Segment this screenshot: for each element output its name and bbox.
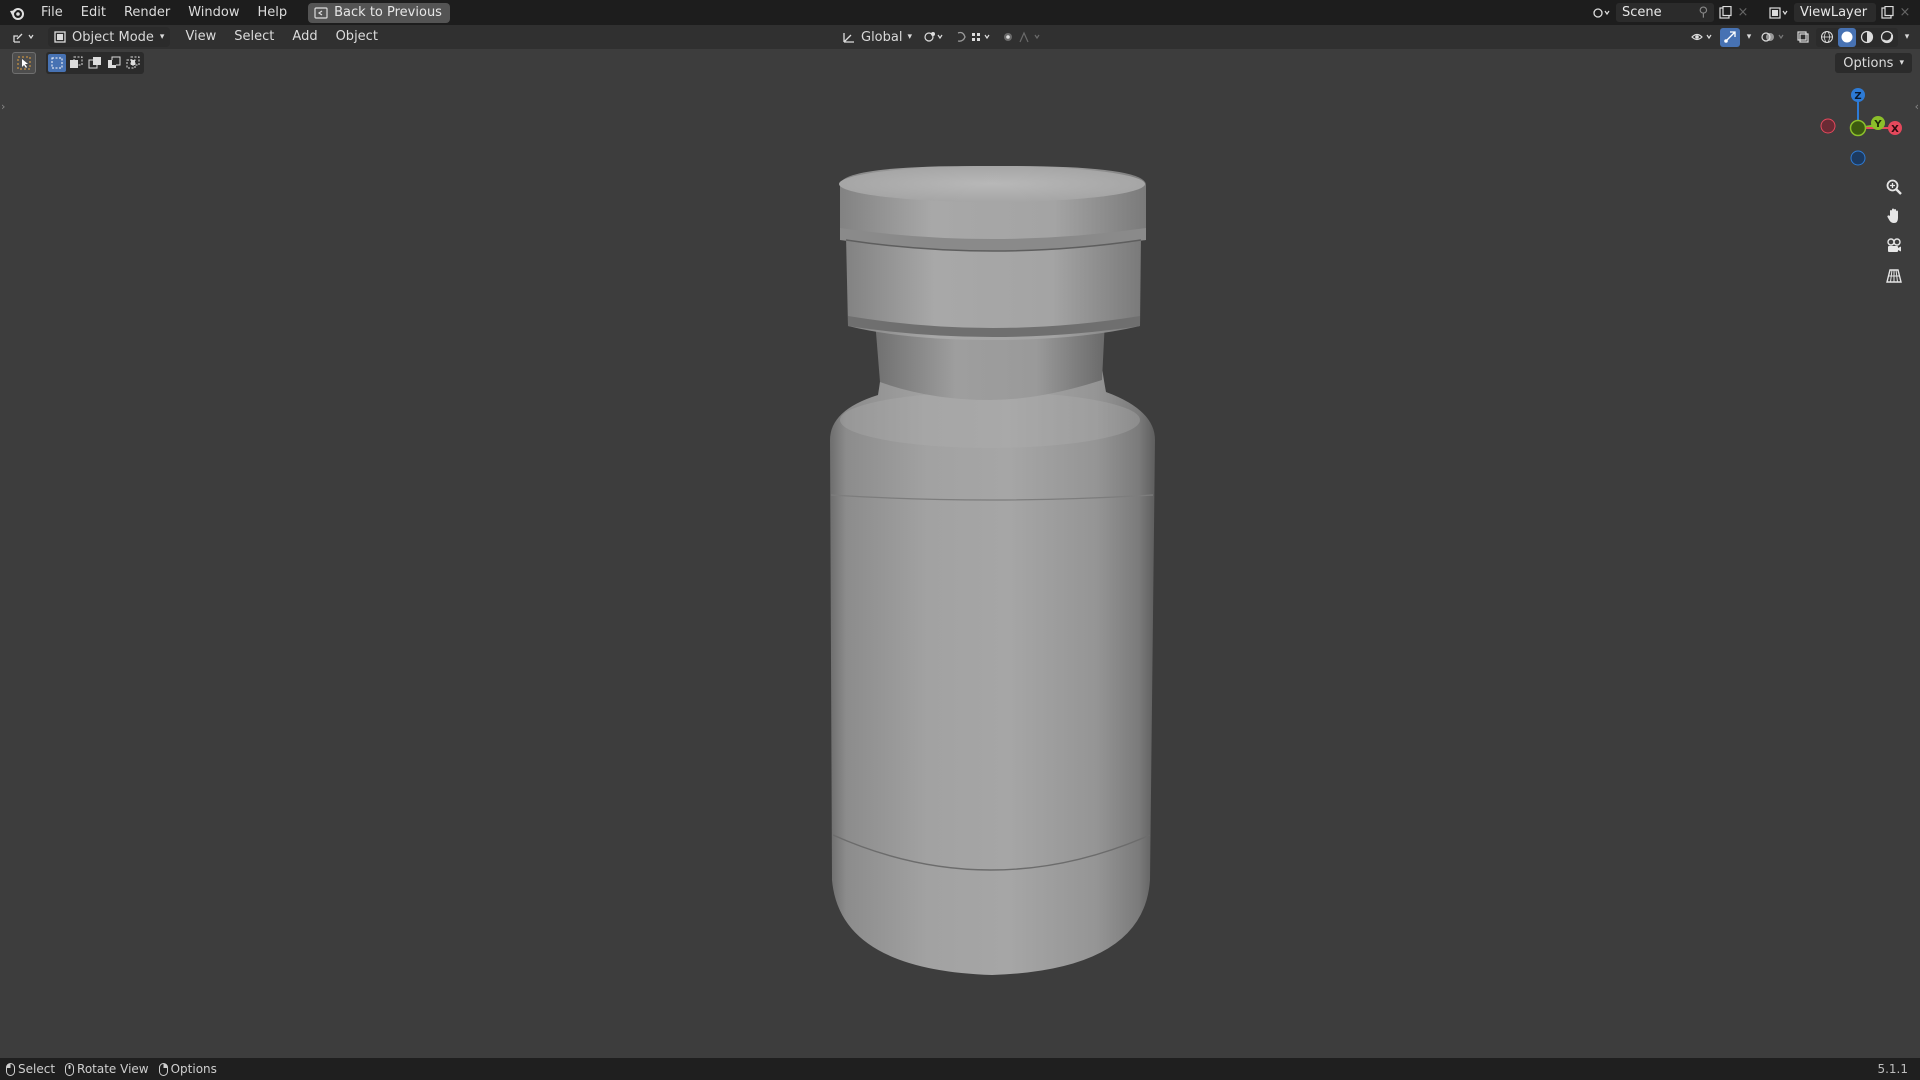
neg-z-axis-handle[interactable] — [1850, 150, 1866, 166]
neg-x-axis-handle[interactable] — [1820, 118, 1836, 134]
status-hint-select: Select — [6, 1062, 55, 1076]
mouse-left-icon — [6, 1062, 15, 1076]
status-hint-options: Options — [158, 1062, 217, 1076]
status-bar: Select Rotate View Options — [0, 1058, 1920, 1080]
zoom-icon[interactable] — [1882, 175, 1906, 199]
z-axis-label: Z — [1854, 91, 1861, 102]
status-select-label: Select — [18, 1062, 56, 1076]
x-axis-label: X — [1891, 124, 1899, 135]
neg-y-axis-handle[interactable] — [1849, 119, 1867, 137]
y-axis-label: Y — [1873, 119, 1882, 130]
status-hint-rotate: Rotate View — [65, 1062, 149, 1076]
version-label: 5.1.1 — [1877, 1062, 1908, 1076]
vial-object[interactable] — [830, 165, 1155, 975]
mouse-right-icon — [158, 1062, 168, 1076]
pan-hand-icon[interactable] — [1882, 204, 1906, 228]
status-rotate-label: Rotate View — [77, 1062, 149, 1076]
viewport-canvas[interactable] — [0, 0, 1920, 1080]
camera-view-icon[interactable] — [1882, 234, 1906, 258]
status-options-label: Options — [170, 1062, 217, 1076]
navigation-gizmo[interactable]: Z Y X — [1810, 85, 1920, 175]
perspective-grid-icon[interactable] — [1882, 264, 1906, 288]
mouse-middle-icon — [65, 1062, 75, 1076]
